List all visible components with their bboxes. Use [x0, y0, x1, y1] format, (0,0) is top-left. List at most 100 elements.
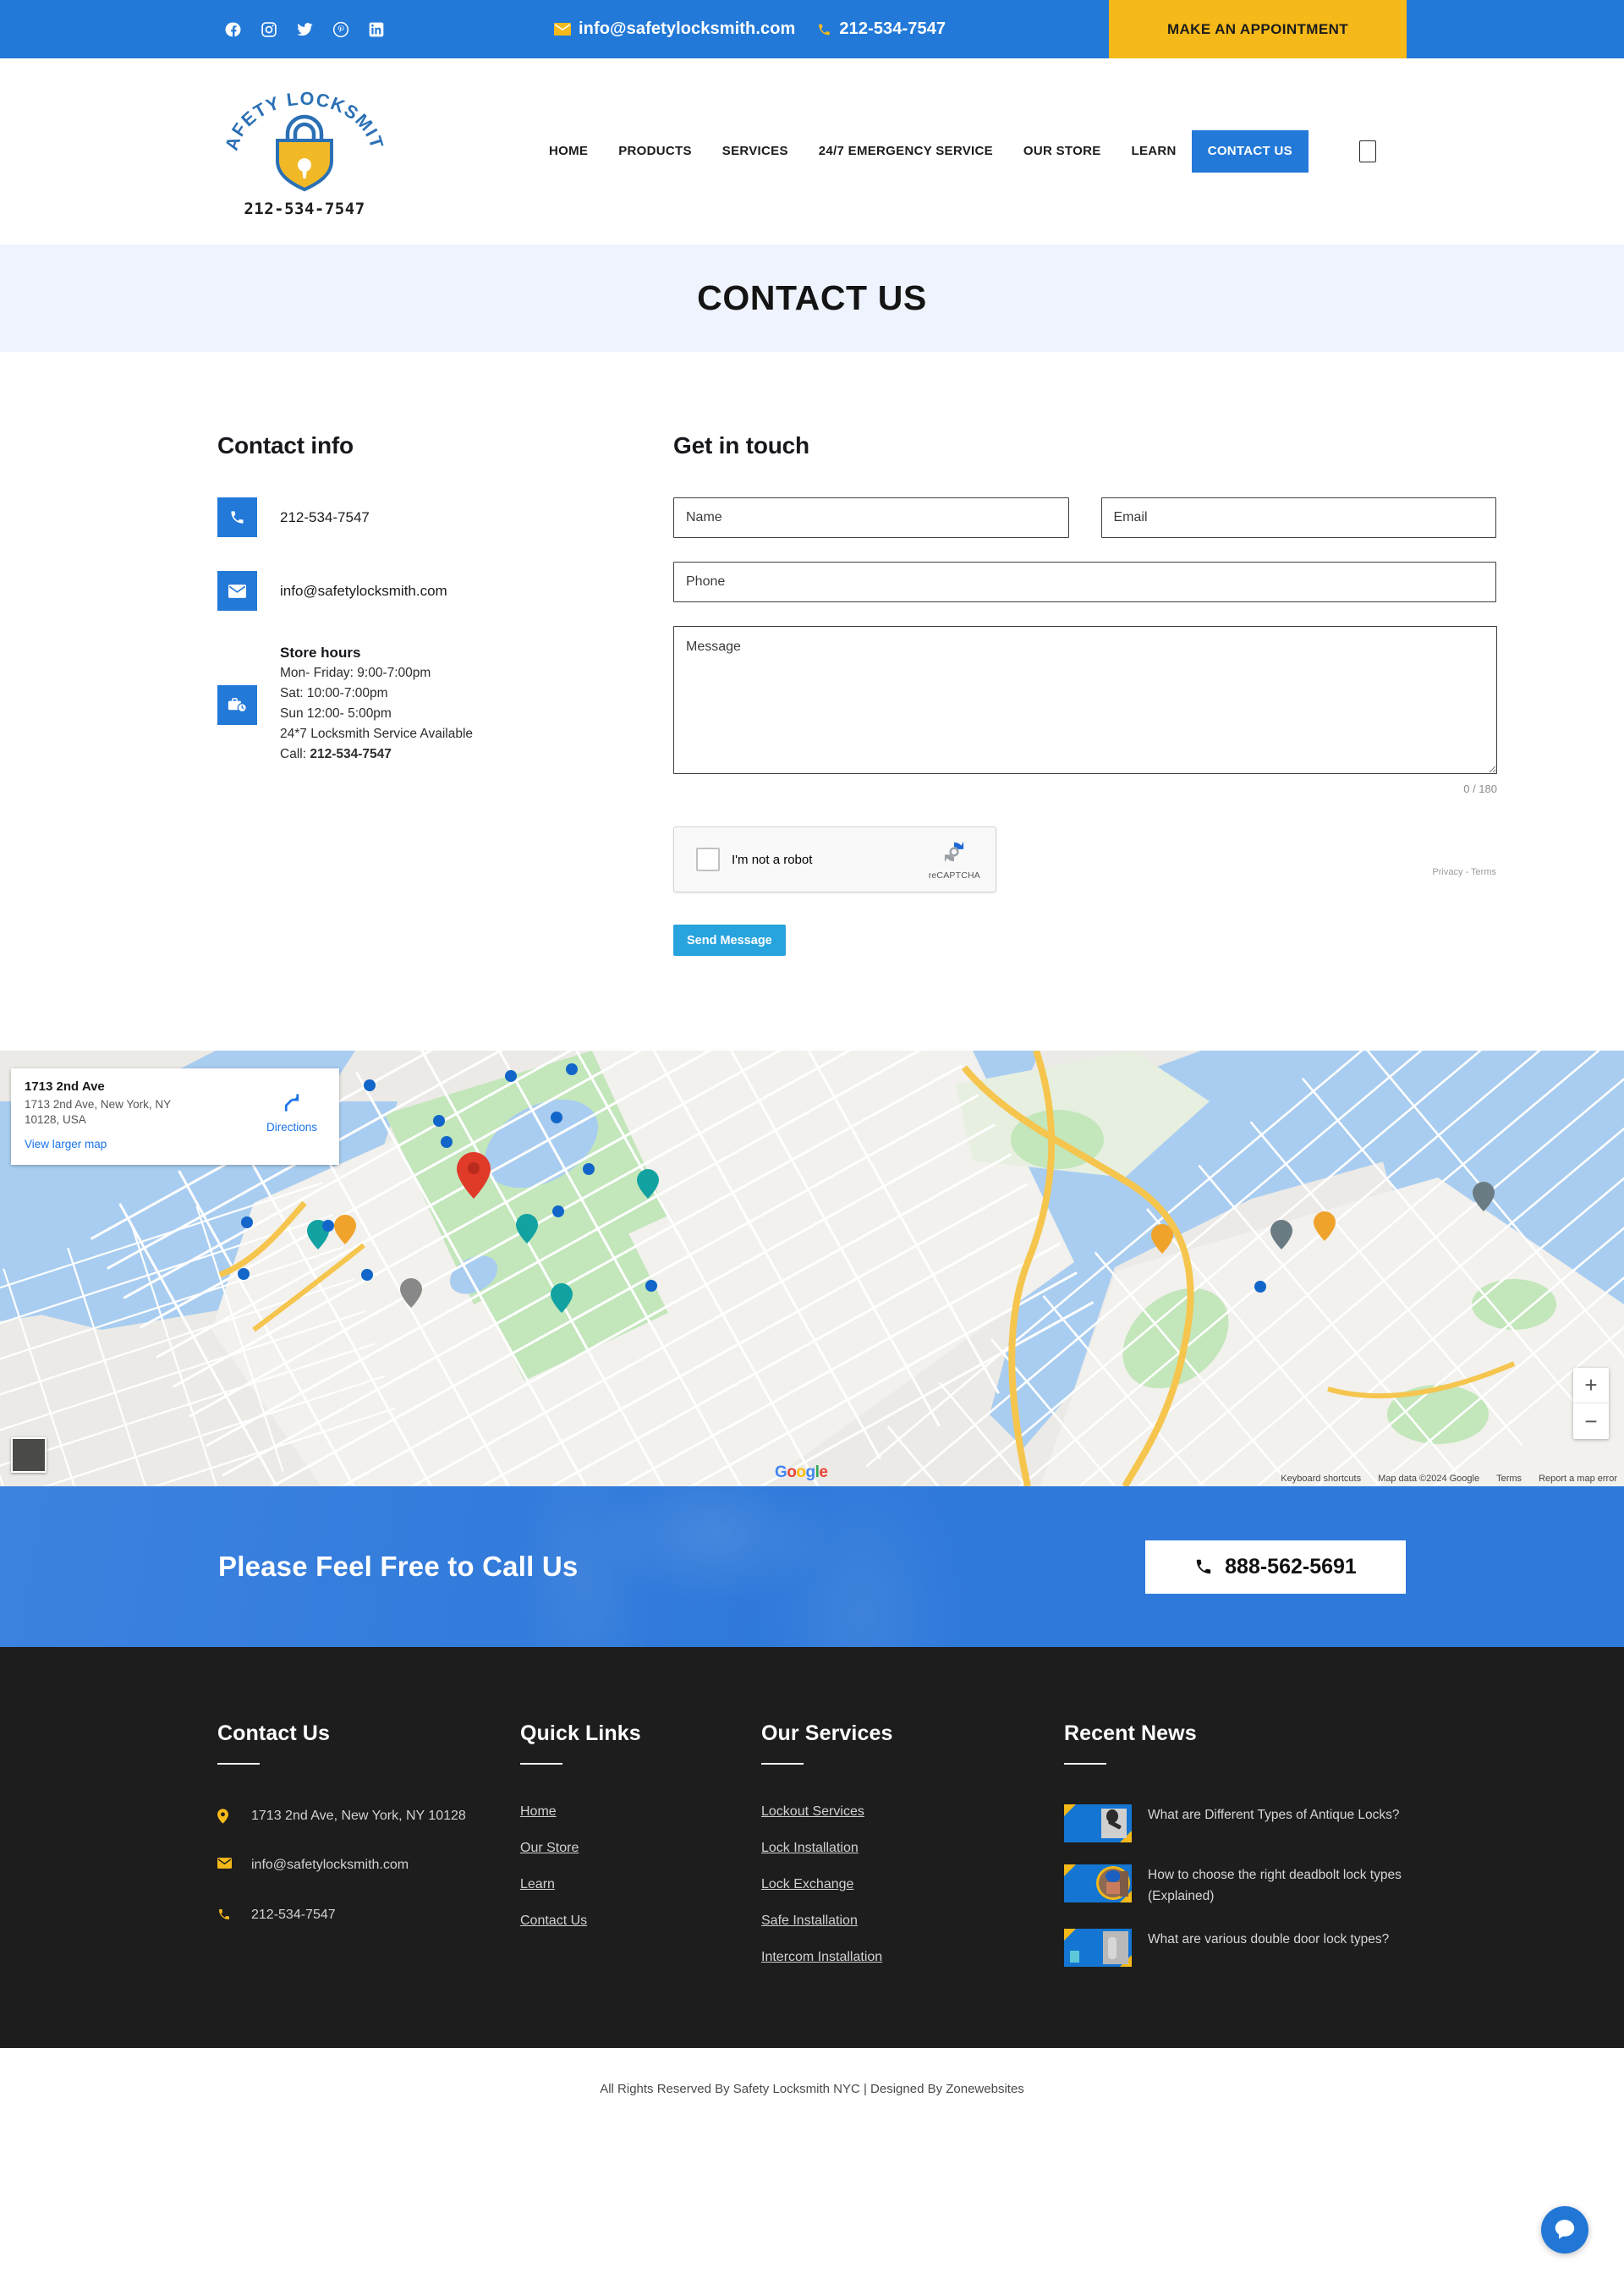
nav-item-home[interactable]: HOME — [534, 130, 603, 173]
heading-underline — [1064, 1763, 1106, 1765]
keyboard-shortcuts-link[interactable]: Keyboard shortcuts — [1281, 1474, 1361, 1484]
footer-contact-column: Contact Us 1713 2nd Ave, New York, NY 10… — [217, 1721, 497, 1989]
recaptcha-row: I'm not a robot reCAPTCHA Privacy - Term… — [673, 826, 1496, 892]
footer-link-contact-us[interactable]: Contact Us — [520, 1913, 715, 1929]
recaptcha-brand-text: reCAPTCHA — [929, 870, 980, 881]
footer-link-home[interactable]: Home — [520, 1804, 715, 1820]
copyright-bar: All Rights Reserved By Safety Locksmith … — [0, 2048, 1624, 2130]
linkedin-icon[interactable] — [368, 21, 385, 38]
nav-item-emergency-service[interactable]: 24/7 EMERGENCY SERVICE — [804, 130, 1008, 173]
footer-phone-row[interactable]: 212-534-7547 — [217, 1903, 497, 1927]
envelope-icon — [217, 1853, 234, 1877]
chat-bubble-icon[interactable] — [1541, 2206, 1588, 2254]
privacy-terms-text[interactable]: Privacy - Terms — [1432, 867, 1496, 877]
contact-info-column: Contact info 212-534-7547 info@safetyloc… — [217, 432, 581, 956]
contact-info-heading: Contact info — [217, 432, 581, 459]
news-item[interactable]: How to choose the right deadbolt lock ty… — [1064, 1864, 1419, 1907]
contact-form-column: Get in touch 0 / 180 I'm not a robot — [673, 432, 1496, 956]
footer-link-learn[interactable]: Learn — [520, 1877, 715, 1892]
facebook-icon[interactable] — [225, 21, 242, 38]
pinterest-icon[interactable] — [332, 21, 349, 38]
footer-service-intercom-installation[interactable]: Intercom Installation — [761, 1950, 1015, 1965]
footer-phone-text: 212-534-7547 — [251, 1903, 336, 1927]
news-thumbnail — [1064, 1929, 1132, 1967]
zoom-in-button[interactable]: + — [1573, 1368, 1609, 1403]
contact-info-phone-row[interactable]: 212-534-7547 — [217, 497, 581, 537]
footer-quick-links-heading: Quick Links — [520, 1721, 715, 1746]
send-message-button[interactable]: Send Message — [673, 925, 786, 956]
nav-item-our-store[interactable]: OUR STORE — [1008, 130, 1116, 173]
nav-item-services[interactable]: SERVICES — [707, 130, 804, 173]
topbar-email-text: info@safetylocksmith.com — [579, 19, 795, 39]
news-thumbnail — [1064, 1804, 1132, 1842]
nav-item-learn[interactable]: LEARN — [1116, 130, 1192, 173]
logo-mark: SAFETY LOCKSMITH — [220, 85, 389, 196]
cta-call-button[interactable]: 888-562-5691 — [1145, 1540, 1406, 1594]
call-prefix: Call: — [280, 747, 310, 761]
site-logo[interactable]: SAFETY LOCKSMITH 212-534-7547 — [216, 85, 393, 218]
topbar-email[interactable]: info@safetylocksmith.com — [554, 19, 795, 39]
message-textarea[interactable] — [673, 626, 1497, 774]
store-hours-call-line: Call: 212-534-7547 — [280, 744, 473, 765]
twitter-icon[interactable] — [296, 21, 314, 38]
recaptcha-logo-icon — [941, 839, 967, 865]
map-card-address: 1713 2nd Ave, New York, NY 10128, USA — [25, 1097, 206, 1128]
contact-info-email-row[interactable]: info@safetylocksmith.com — [217, 571, 581, 611]
store-hours-title: Store hours — [280, 645, 473, 662]
instagram-icon[interactable] — [261, 21, 277, 38]
map-satellite-thumbnail[interactable] — [11, 1437, 47, 1473]
footer-contact-heading: Contact Us — [217, 1721, 497, 1746]
menu-toggle-icon[interactable] — [1359, 140, 1376, 162]
directions-label: Directions — [258, 1121, 326, 1134]
news-item[interactable]: What are Different Types of Antique Lock… — [1064, 1804, 1419, 1842]
news-item[interactable]: What are various double door lock types? — [1064, 1929, 1419, 1967]
form-row-name-email — [673, 497, 1496, 538]
footer-service-safe-installation[interactable]: Safe Installation — [761, 1913, 1015, 1929]
footer-service-lock-exchange[interactable]: Lock Exchange — [761, 1877, 1015, 1892]
view-larger-map-link[interactable]: View larger map — [25, 1138, 258, 1150]
map-terms-link[interactable]: Terms — [1496, 1474, 1522, 1484]
nav-item-products[interactable]: PRODUCTS — [603, 130, 707, 173]
footer-email-row[interactable]: info@safetylocksmith.com — [217, 1853, 497, 1877]
directions-arrow-icon — [279, 1091, 304, 1114]
map-data-text: Map data ©2024 Google — [1378, 1474, 1479, 1484]
report-map-error-link[interactable]: Report a map error — [1539, 1474, 1617, 1484]
location-map[interactable]: GuttenbergPort Imperial BlvdJFK Blvd ENE… — [0, 1051, 1624, 1486]
phone-input[interactable] — [673, 562, 1496, 602]
chat-icon — [1552, 2217, 1577, 2243]
recaptcha-widget[interactable]: I'm not a robot reCAPTCHA — [673, 826, 996, 892]
footer-news-heading: Recent News — [1064, 1721, 1419, 1746]
store-hours-line: Sun 12:00- 5:00pm — [280, 704, 473, 724]
name-input[interactable] — [673, 497, 1069, 538]
call-number: 212-534-7547 — [310, 747, 392, 761]
heading-underline — [761, 1763, 804, 1765]
recaptcha-checkbox[interactable] — [696, 848, 720, 871]
make-appointment-button[interactable]: MAKE AN APPOINTMENT — [1109, 0, 1407, 58]
phone-icon — [217, 1903, 234, 1927]
main-navbar: SAFETY LOCKSMITH 212-534-7547 HOME PRODU… — [0, 58, 1624, 244]
store-hours-line: Sat: 10:00-7:00pm — [280, 684, 473, 704]
footer-service-lockout-services[interactable]: Lockout Services — [761, 1804, 1015, 1820]
zoom-out-button[interactable]: − — [1573, 1403, 1609, 1439]
form-row-message: 0 / 180 — [673, 626, 1496, 795]
cta-phone-number: 888-562-5691 — [1225, 1555, 1357, 1579]
nav-menu: HOME PRODUCTS SERVICES 24/7 EMERGENCY SE… — [534, 130, 1309, 173]
site-footer: Contact Us 1713 2nd Ave, New York, NY 10… — [0, 1647, 1624, 2048]
phone-icon — [1194, 1557, 1213, 1577]
phone-icon — [817, 22, 831, 37]
store-hours-icon — [217, 685, 257, 725]
footer-service-lock-installation[interactable]: Lock Installation — [761, 1841, 1015, 1856]
contact-info-hours-row: Store hours Mon- Friday: 9:00-7:00pm Sat… — [217, 645, 581, 765]
map-directions[interactable]: Directions — [258, 1079, 326, 1154]
heading-underline — [520, 1763, 562, 1765]
topbar-phone[interactable]: 212-534-7547 — [817, 19, 946, 39]
footer-services-column: Our Services Lockout Services Lock Insta… — [761, 1721, 1015, 1989]
footer-address-text: 1713 2nd Ave, New York, NY 10128 — [251, 1804, 466, 1828]
footer-link-our-store[interactable]: Our Store — [520, 1841, 715, 1856]
nav-item-contact-us[interactable]: CONTACT US — [1192, 130, 1309, 173]
news-thumbnail — [1064, 1864, 1132, 1902]
map-zoom-controls[interactable]: + − — [1573, 1368, 1609, 1439]
news-title: How to choose the right deadbolt lock ty… — [1148, 1864, 1419, 1907]
email-input[interactable] — [1101, 497, 1497, 538]
recaptcha-label: I'm not a robot — [732, 853, 812, 867]
